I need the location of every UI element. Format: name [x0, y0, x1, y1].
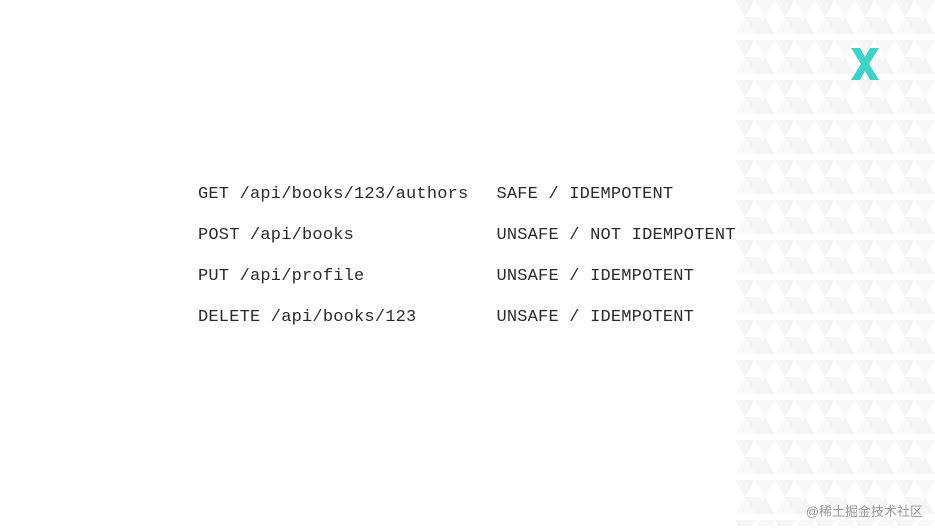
background-pattern [735, 0, 935, 526]
table-row: UNSAFE / NOT IDEMPOTENT [496, 226, 735, 245]
http-methods-table: GET /api/books/123/authors POST /api/boo… [198, 185, 736, 327]
methods-column: GET /api/books/123/authors POST /api/boo… [198, 185, 468, 327]
table-row: POST /api/books [198, 226, 468, 245]
table-row: DELETE /api/books/123 [198, 308, 468, 327]
watermark-text: @稀土掘金技术社区 [806, 501, 923, 520]
table-row: SAFE / IDEMPOTENT [496, 185, 735, 204]
properties-column: SAFE / IDEMPOTENT UNSAFE / NOT IDEMPOTEN… [496, 185, 735, 327]
table-row: UNSAFE / IDEMPOTENT [496, 267, 735, 286]
logo-x-icon [851, 48, 879, 80]
table-row: PUT /api/profile [198, 267, 468, 286]
table-row: GET /api/books/123/authors [198, 185, 468, 204]
table-row: UNSAFE / IDEMPOTENT [496, 308, 735, 327]
